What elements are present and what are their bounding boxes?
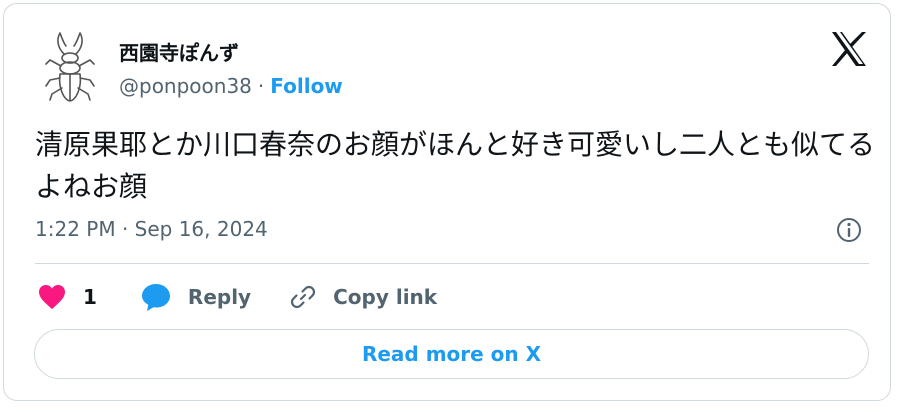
tweet-card: 西園寺ぽんず @ponpoon38 · Follow 清原果耶とか川口春奈のお顔… <box>3 3 891 401</box>
copy-link-label: Copy link <box>333 285 438 309</box>
tweet-text: 清原果耶とか川口春奈のお顔がほんと好き可愛いし二人とも似てるよねお顔 <box>35 128 876 203</box>
read-more-label: Read more on X <box>361 342 542 366</box>
action-bar: 1 Reply Copy link <box>37 279 437 315</box>
heart-icon <box>39 285 65 309</box>
reply-label: Reply <box>187 285 252 309</box>
x-logo-icon[interactable] <box>830 31 868 67</box>
link-icon <box>291 285 316 309</box>
like-count: 1 <box>83 285 97 309</box>
reply-button[interactable]: Reply <box>140 282 251 312</box>
avatar[interactable] <box>38 30 102 104</box>
tweet-timestamp[interactable]: 1:22 PM · Sep 16, 2024 <box>35 217 268 241</box>
divider <box>35 263 869 264</box>
beetle-avatar-image <box>45 32 95 102</box>
author-handle-row: @ponpoon38 · Follow <box>119 74 343 98</box>
separator-dot: · <box>257 74 265 98</box>
copy-link-button[interactable]: Copy link <box>289 283 437 311</box>
info-icon[interactable] <box>835 216 863 244</box>
speech-bubble-icon <box>141 284 170 311</box>
like-button[interactable]: 1 <box>37 283 97 311</box>
author-display-name[interactable]: 西園寺ぽんず <box>119 37 239 66</box>
author-handle[interactable]: @ponpoon38 <box>119 74 252 98</box>
read-more-button[interactable]: Read more on X <box>34 329 869 379</box>
follow-button[interactable]: Follow <box>270 74 343 98</box>
